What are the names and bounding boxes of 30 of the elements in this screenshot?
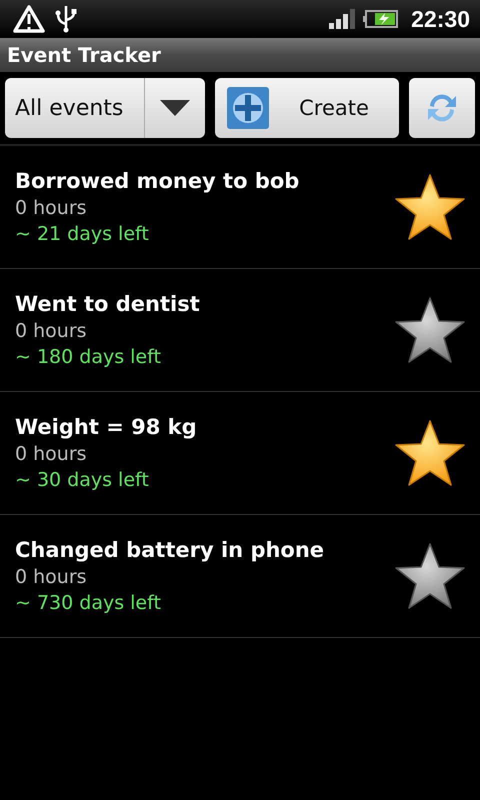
star-icon[interactable] bbox=[394, 542, 466, 610]
event-duration: 0 hours bbox=[15, 566, 88, 588]
battery-icon bbox=[363, 9, 400, 29]
warning-icon bbox=[12, 4, 46, 34]
event-duration: 0 hours bbox=[15, 197, 88, 219]
event-title: Borrowed money to bob bbox=[15, 169, 300, 193]
star-icon[interactable] bbox=[394, 419, 466, 487]
signal-icon bbox=[329, 9, 356, 29]
event-row[interactable]: Weight = 98 kg 0 hours ~ 30 days left bbox=[0, 392, 480, 515]
plus-icon bbox=[227, 87, 269, 129]
star-icon[interactable] bbox=[394, 296, 466, 364]
event-title: Went to dentist bbox=[15, 292, 201, 316]
filter-dropdown[interactable]: All events bbox=[5, 78, 205, 138]
days-remaining: ~ 30 days left bbox=[15, 469, 150, 491]
days-remaining: ~ 730 days left bbox=[15, 592, 162, 614]
window-title: Event Tracker bbox=[7, 43, 161, 67]
caret-icon bbox=[160, 100, 190, 116]
clock-time: 22:30 bbox=[411, 6, 470, 32]
event-duration: 0 hours bbox=[15, 320, 88, 342]
event-row[interactable]: Went to dentist 0 hours ~ 180 days left bbox=[0, 269, 480, 392]
event-duration: 0 hours bbox=[15, 443, 88, 465]
create-button[interactable]: Create bbox=[215, 78, 399, 138]
event-row[interactable]: Borrowed money to bob 0 hours ~ 21 days left bbox=[0, 146, 480, 269]
star-icon[interactable] bbox=[394, 173, 466, 241]
event-title: Weight = 98 kg bbox=[15, 415, 198, 439]
days-remaining: ~ 180 days left bbox=[15, 346, 162, 368]
event-row[interactable]: Changed battery in phone 0 hours ~ 730 days left bbox=[0, 515, 480, 638]
usb-icon bbox=[54, 4, 78, 34]
event-title: Changed battery in phone bbox=[15, 538, 326, 562]
days-remaining: ~ 21 days left bbox=[15, 223, 150, 245]
